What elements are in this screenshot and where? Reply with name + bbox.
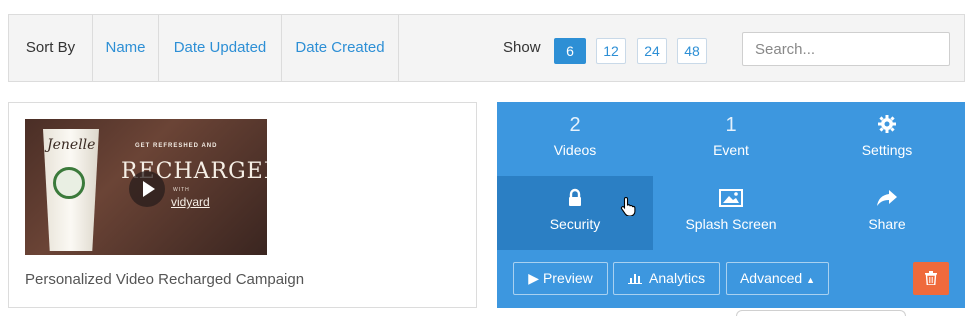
caret-up-icon: ▲	[806, 275, 816, 285]
videos-stat[interactable]: 2 Videos	[497, 102, 653, 176]
page-size-48[interactable]: 48	[677, 38, 707, 64]
play-icon[interactable]	[129, 171, 165, 207]
delete-button[interactable]	[913, 262, 949, 295]
image-icon	[653, 188, 809, 210]
analytics-button[interactable]: Analytics	[613, 262, 720, 295]
bar-chart-icon	[627, 264, 642, 295]
advanced-label: Advanced	[739, 270, 803, 286]
splash-screen-button[interactable]: Splash Screen	[653, 176, 809, 250]
page-size-24[interactable]: 24	[637, 38, 667, 64]
toolbar: Sort By Name Date Updated Date Created S…	[8, 14, 965, 82]
sort-name-option[interactable]: Name	[93, 15, 159, 81]
card-title: Personalized Video Recharged Campaign	[25, 271, 305, 288]
event-label: Event	[713, 142, 749, 158]
thumbnail-with: WITH	[173, 187, 190, 193]
settings-label: Settings	[861, 142, 913, 158]
event-count: 1	[725, 114, 737, 136]
share-label: Share	[868, 216, 906, 232]
video-actions-panel: 2 Videos 1 Event Settings Security Splas…	[497, 102, 965, 308]
cup-logo-icon	[53, 167, 85, 199]
video-thumbnail[interactable]: Jenelle GET REFRESHED AND RECHARGED WITH…	[25, 119, 267, 255]
share-arrow-icon	[809, 188, 965, 210]
dropdown-edge	[736, 310, 906, 316]
sort-by-label: Sort By	[9, 15, 93, 81]
event-stat[interactable]: 1 Event	[653, 102, 809, 176]
analytics-label: Analytics	[649, 270, 706, 286]
search-input[interactable]	[742, 32, 950, 66]
play-icon: ▶	[528, 270, 540, 286]
show-label: Show	[503, 39, 541, 56]
sort-date-created-option[interactable]: Date Created	[282, 15, 399, 81]
trash-icon	[925, 271, 937, 290]
cup-text: Jenelle	[47, 137, 96, 153]
advanced-dropdown[interactable]: Advanced ▲	[726, 262, 829, 295]
videos-count: 2	[569, 114, 581, 136]
settings-button[interactable]: Settings	[809, 102, 965, 176]
page-size-12[interactable]: 12	[596, 38, 626, 64]
preview-label: Preview	[542, 270, 593, 286]
page-size-6[interactable]: 6	[554, 38, 586, 64]
video-card[interactable]: Jenelle GET REFRESHED AND RECHARGED WITH…	[8, 102, 477, 308]
hand-cursor-icon	[620, 196, 638, 221]
thumbnail-brand: vidyard	[171, 195, 210, 209]
preview-button[interactable]: ▶ Preview	[513, 262, 608, 295]
splash-screen-label: Splash Screen	[685, 216, 777, 232]
share-button[interactable]: Share	[809, 176, 965, 250]
videos-label: Videos	[553, 142, 597, 158]
panel-action-bar: ▶ Preview Analytics Advanced ▲	[497, 250, 965, 308]
gear-icon	[809, 114, 965, 136]
sort-date-updated-option[interactable]: Date Updated	[159, 15, 282, 81]
thumbnail-tagline: GET REFRESHED AND	[135, 143, 218, 149]
